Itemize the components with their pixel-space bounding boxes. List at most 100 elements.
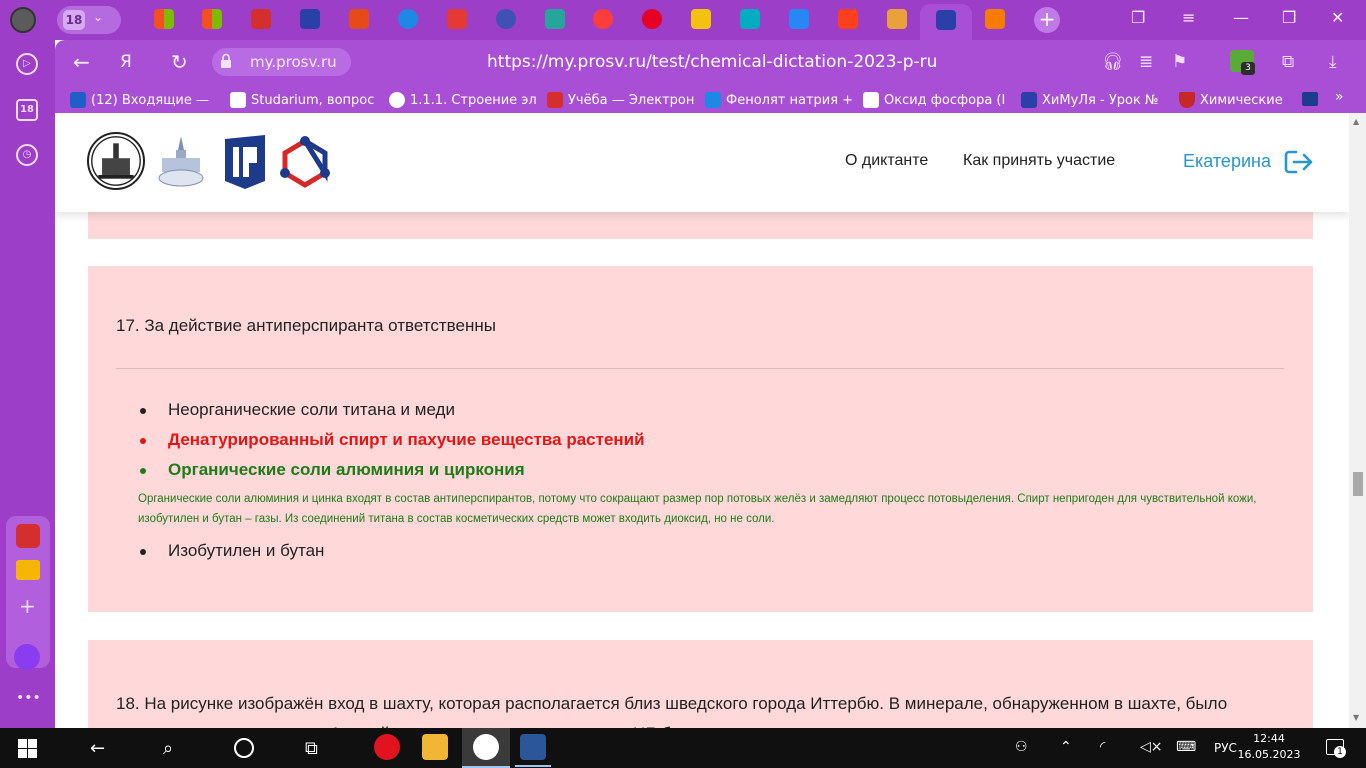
prosveshchenie-logo-icon[interactable] [223, 133, 267, 191]
maximize-icon[interactable]: ❐ [1282, 8, 1296, 27]
bookmark-label: Studarium, вопрос [251, 92, 375, 108]
scroll-down-icon[interactable]: ▼ [1353, 713, 1359, 722]
close-icon[interactable]: ✕ [1331, 8, 1344, 27]
page-scrollbar[interactable]: ▲ ▼ [1349, 113, 1366, 728]
scroll-up-icon[interactable]: ▲ [1353, 117, 1359, 126]
clock[interactable]: 12:44 16.05.2023 [1234, 731, 1304, 763]
atom-icon [389, 92, 405, 108]
tab-play[interactable] [593, 9, 613, 29]
bookmark-item[interactable]: Studarium, вопрос [230, 90, 378, 110]
new-tab-button[interactable]: + [1034, 7, 1060, 33]
tabs-overview-icon[interactable]: ❐ [1131, 8, 1145, 27]
bookmark-label: Фенолят натрия + [726, 92, 853, 108]
prosv-favicon-icon [936, 10, 956, 30]
bookmark-item[interactable]: Химические [1179, 90, 1299, 110]
bookmark-item[interactable]: 1.1.1. Строение эл [389, 90, 539, 110]
bookmark-item[interactable]: Учёба — Электрон [547, 90, 695, 110]
headphones-icon[interactable]: 🎧︎ [1102, 52, 1124, 72]
tab-atom[interactable] [496, 9, 516, 29]
yandex-icon[interactable]: Я [120, 52, 132, 72]
task-view-icon[interactable]: ⧉ [305, 738, 318, 759]
people-icon[interactable]: ⚇ [1015, 739, 1028, 755]
bullet-icon [140, 549, 146, 555]
answer-label: Изобутилен и бутан [168, 541, 325, 560]
tab-pinterest[interactable] [642, 9, 662, 29]
scrollbar-thumb[interactable] [1353, 472, 1363, 496]
tab-lit[interactable] [887, 9, 907, 29]
web-page: 17. За действие антиперспиранта ответств… [55, 113, 1349, 728]
url-input[interactable]: https://my.prosv.ru/test/chemical-dictat… [487, 52, 937, 72]
bullet-icon [140, 468, 146, 474]
play-icon[interactable]: ▷ [16, 53, 38, 75]
collections-icon[interactable]: ⧉ [1282, 52, 1294, 72]
nav-how-to-participate[interactable]: Как принять участие [963, 152, 1115, 170]
windows-start-icon[interactable] [18, 739, 37, 758]
alice-icon[interactable] [14, 644, 40, 670]
reload-icon[interactable]: ↻ [171, 50, 188, 74]
bookmark-label: 1.1.1. Строение эл [410, 92, 537, 108]
tab-plane[interactable] [985, 9, 1005, 29]
bookmark-item[interactable]: Фенолят натрия + [705, 90, 853, 110]
bookmark-item[interactable]: (12) Входящие — [70, 90, 220, 110]
tab-active-prosv[interactable] [920, 4, 972, 40]
volume-icon[interactable]: ◁× [1140, 739, 1163, 755]
side-counter[interactable]: 18 [16, 99, 38, 121]
download-icon[interactable]: ⤓ [1329, 52, 1337, 72]
file-explorer-icon[interactable] [422, 734, 448, 760]
question-card-17: 17. За действие антиперспиранта ответств… [88, 266, 1313, 612]
add-panel-icon[interactable]: + [19, 594, 36, 618]
answer-label: Денатурированный спирт и пахучие веществ… [168, 430, 645, 449]
tab-yandex[interactable] [838, 9, 858, 29]
tab-h[interactable] [447, 9, 467, 29]
msu-logo-icon[interactable] [87, 132, 145, 190]
url-domain: my.prosv.ru [250, 53, 337, 71]
back-icon[interactable]: ← [73, 50, 90, 74]
search-icon[interactable]: ⌕ [163, 738, 173, 759]
keyboard-icon[interactable]: ⌨ [1176, 739, 1196, 755]
tab-prosv[interactable] [300, 9, 320, 29]
wifi-icon[interactable]: ◜ [1100, 739, 1105, 755]
opera-icon[interactable] [374, 734, 400, 760]
tab-microsoft-2[interactable] [202, 9, 222, 29]
mail-icon[interactable] [16, 560, 40, 580]
notes-icon[interactable] [16, 524, 40, 548]
more-bookmarks-icon[interactable]: » [1335, 89, 1344, 105]
tab-bird[interactable] [398, 9, 418, 29]
chemistry-faculty-logo-icon[interactable] [154, 132, 208, 190]
reader-icon[interactable]: ≣ [1139, 52, 1153, 72]
chem-icon [705, 92, 721, 108]
tab-spiral[interactable] [740, 9, 760, 29]
uk-flag-icon[interactable] [1302, 92, 1318, 106]
bookmark-icon[interactable]: ⚑ [1172, 52, 1187, 72]
tab-notes[interactable] [251, 9, 271, 29]
nav-about-dictation[interactable]: О диктанте [845, 152, 928, 170]
clock-time: 12:44 [1253, 732, 1285, 745]
domain-pill[interactable]: my.prosv.ru [212, 48, 351, 76]
menu-icon[interactable]: ≡ [1182, 8, 1195, 27]
tab-vk[interactable] [789, 9, 809, 29]
bookmark-label: Учёба — Электрон [568, 92, 695, 108]
chevron-up-icon[interactable]: ⌃ [1060, 739, 1072, 755]
divider [116, 368, 1284, 369]
user-name-link[interactable]: Екатерина [1183, 151, 1271, 172]
cortana-icon[interactable] [234, 738, 254, 758]
bookmark-item[interactable]: ХиМуЛя - Урок № [1021, 90, 1169, 110]
yandex-browser-icon [473, 734, 499, 760]
logout-icon[interactable] [1284, 149, 1314, 175]
minimize-icon[interactable]: — [1233, 8, 1249, 27]
bookmark-item[interactable]: Оксид фосфора (I [863, 90, 1011, 110]
more-icon[interactable]: ••• [16, 690, 41, 706]
tab-counter-button[interactable]: 18 ⌄ [57, 6, 121, 34]
extension-badge: 3 [1241, 62, 1255, 75]
tab-microsoft[interactable] [154, 9, 174, 29]
profile-avatar[interactable] [10, 7, 36, 33]
back-icon[interactable]: ← [90, 738, 105, 759]
history-icon[interactable]: ◷ [16, 144, 38, 166]
tab-pen[interactable] [691, 9, 711, 29]
hexagon-logo-icon[interactable] [277, 133, 333, 191]
tab-cube[interactable] [349, 9, 369, 29]
word-icon[interactable] [520, 734, 546, 760]
tab-book[interactable] [545, 9, 565, 29]
question-title: 17. За действие антиперспиранта ответств… [116, 316, 496, 335]
taskbar-active-app[interactable] [462, 728, 510, 768]
